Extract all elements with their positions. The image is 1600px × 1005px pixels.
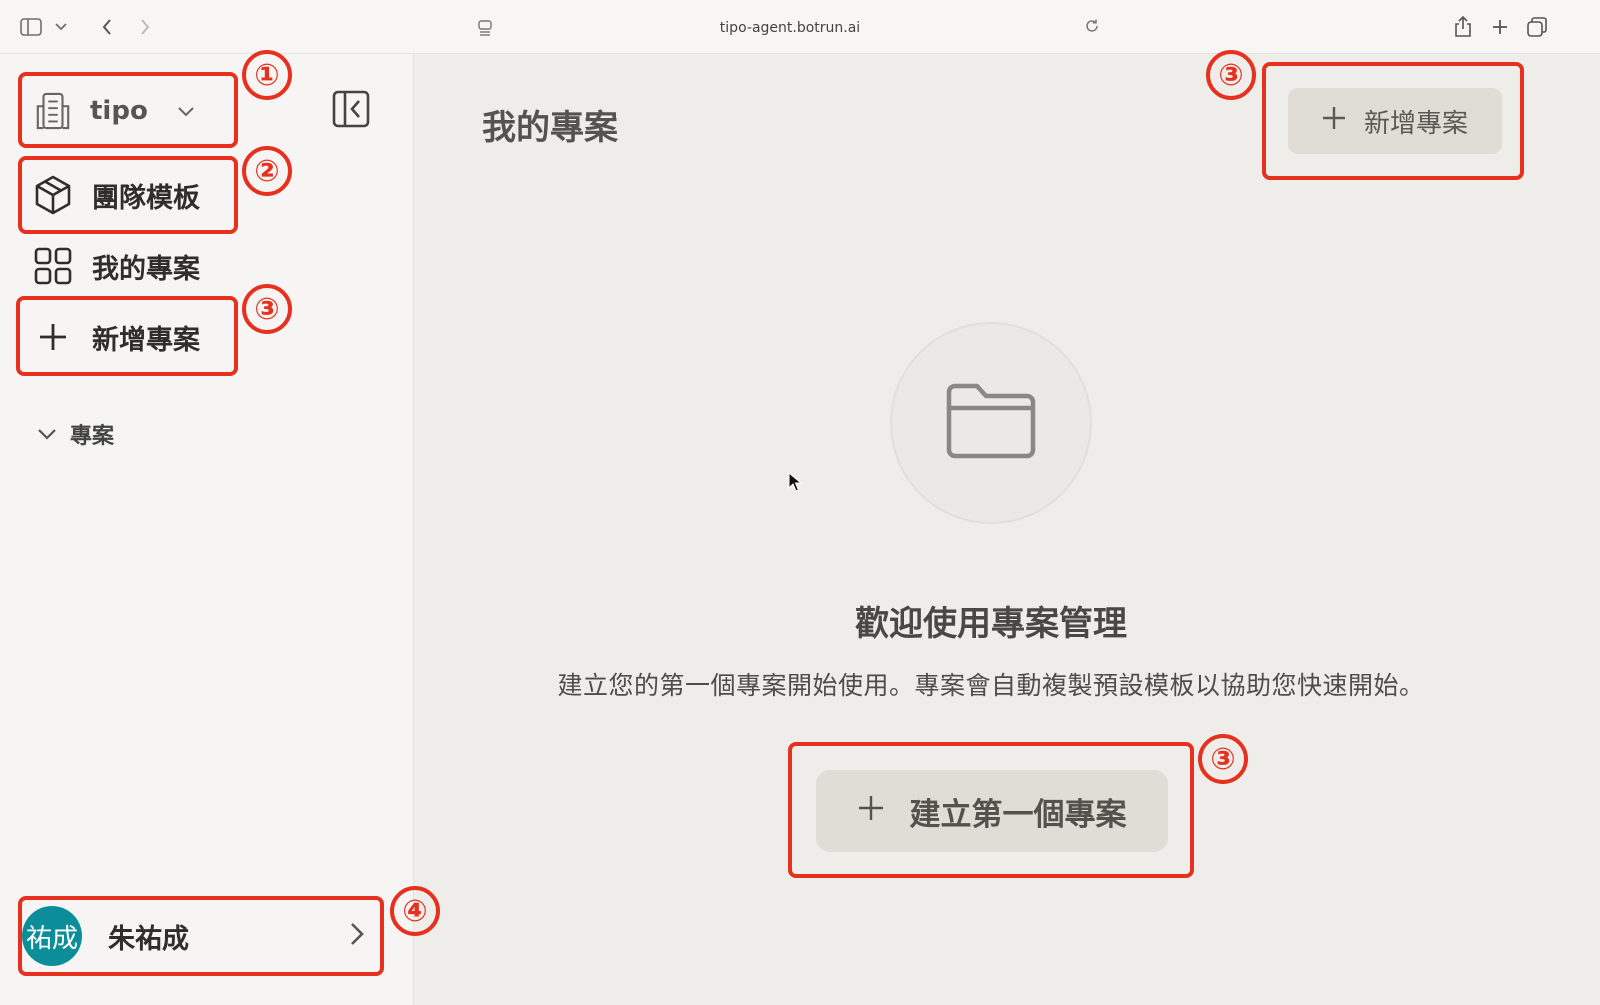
building-icon (34, 92, 72, 130)
tabs-overview-icon[interactable] (1524, 14, 1550, 40)
sidebar-item-label: 新增專案 (92, 324, 200, 356)
new-tab-icon[interactable] (1488, 14, 1512, 40)
plus-icon (858, 793, 884, 829)
forward-icon[interactable] (132, 14, 158, 40)
create-first-project-button[interactable]: 建立第一個專案 (816, 770, 1168, 852)
address-bar[interactable]: tipo-agent.botrun.ai (470, 14, 1110, 42)
chevron-right-icon (350, 919, 364, 954)
annotation-badge-3: ③ (1198, 734, 1248, 784)
plus-icon (1322, 106, 1346, 137)
share-icon[interactable] (1450, 13, 1476, 41)
page-title: 我的專案 (482, 108, 618, 148)
user-menu[interactable]: 祐成 朱祐成 (22, 904, 378, 968)
annotation-badge-3: ③ (242, 284, 292, 334)
chevron-down-icon (178, 102, 194, 121)
empty-state-illustration (890, 322, 1092, 524)
reload-icon[interactable] (1084, 18, 1100, 38)
cube-icon (34, 175, 72, 215)
collapse-sidebar-button[interactable] (332, 90, 370, 128)
annotation-badge-2: ② (242, 146, 292, 196)
folder-icon (945, 382, 1037, 464)
sidebar-toggle-icon[interactable] (18, 15, 44, 39)
chevron-down-icon (38, 422, 56, 447)
sidebar-item-team-templates[interactable]: 團隊模板 (34, 170, 200, 220)
section-label: 專案 (70, 424, 115, 449)
workspace-name: tipo (90, 96, 148, 126)
sidebar-item-label: 團隊模板 (92, 182, 200, 214)
sidebar: tipo 團隊模板 我的專案 新增專案 專案 祐成 朱祐成 (0, 54, 414, 1005)
annotation-badge-1: ① (242, 50, 292, 100)
annotation-badge-4: ④ (390, 886, 440, 936)
sidebar-item-my-projects[interactable]: 我的專案 (34, 241, 200, 291)
sidebar-item-new-project[interactable]: 新增專案 (34, 312, 200, 362)
chevron-down-icon[interactable] (52, 17, 70, 37)
sidebar-item-label: 我的專案 (92, 253, 200, 285)
back-icon[interactable] (94, 14, 120, 40)
empty-state-description: 建立您的第一個專案開始使用。專案會自動複製預設模板以協助您快速開始。 (557, 671, 1425, 700)
add-project-label: 新增專案 (1363, 108, 1468, 139)
url-text[interactable]: tipo-agent.botrun.ai (720, 20, 860, 36)
browser-toolbar: tipo-agent.botrun.ai (0, 0, 1600, 54)
reader-icon[interactable] (478, 20, 492, 36)
add-project-button[interactable]: 新增專案 (1288, 88, 1502, 154)
avatar: 祐成 (22, 906, 82, 966)
mouse-cursor (788, 471, 803, 492)
plus-icon (34, 318, 72, 356)
create-first-project-label: 建立第一個專案 (909, 796, 1127, 833)
annotation-badge-3: ③ (1206, 50, 1256, 100)
projects-section-toggle[interactable]: 專案 (38, 418, 114, 450)
user-name: 朱祐成 (108, 923, 189, 955)
workspace-switcher[interactable]: tipo (34, 86, 194, 136)
empty-state-title: 歡迎使用專案管理 (855, 604, 1127, 644)
grid-icon (34, 247, 72, 285)
